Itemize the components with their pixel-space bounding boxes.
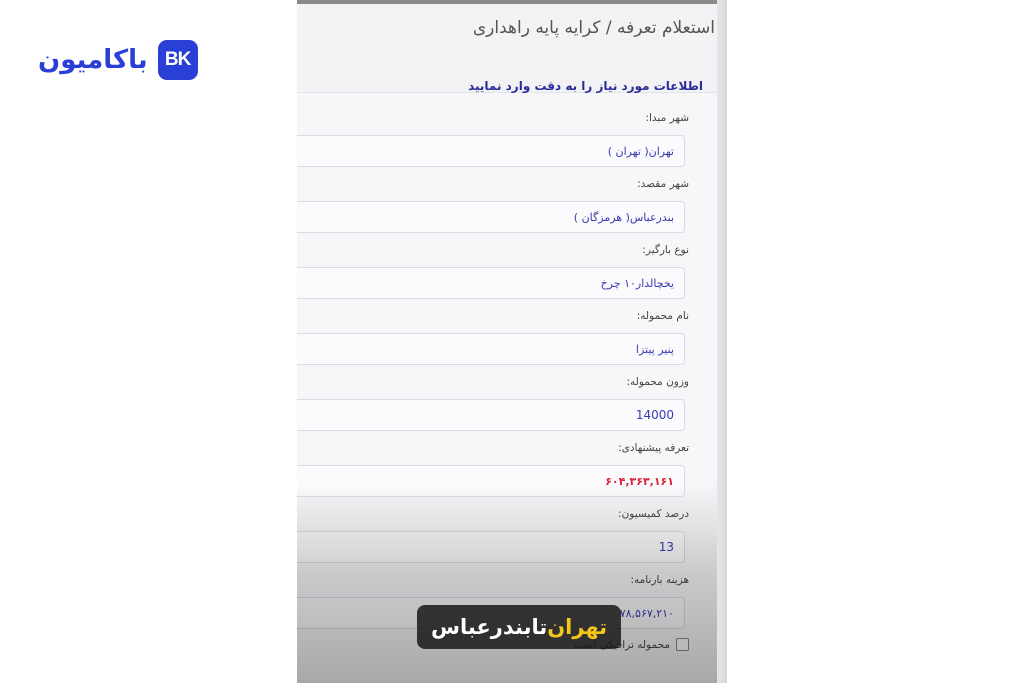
brand-logo[interactable]: باکامیون BK <box>38 40 198 80</box>
vehicle-type-select[interactable]: یخچالدار۱۰ چرخ <box>297 267 685 299</box>
section-heading: اطلاعات مورد نیاز را به دقت وارد نمایید <box>468 79 703 93</box>
commission-percent-field[interactable]: 13 <box>297 531 685 563</box>
origin-city-label: شهر مبدا: <box>645 112 689 124</box>
app-screenshot: استعلام تعرفه / کرایه پایه راهداری اطلاع… <box>297 0 727 683</box>
route-caption: تهران تابندرعباس <box>417 605 622 649</box>
cargo-name-label: نام محموله: <box>636 310 689 322</box>
page-title: استعلام تعرفه / کرایه پایه راهداری <box>472 18 715 38</box>
page: باکامیون BK استعلام تعرفه / کرایه پایه ر… <box>0 0 1024 683</box>
destination-city-label: شهر مقصد: <box>637 178 689 190</box>
status-strip <box>297 0 727 4</box>
traffic-cargo-checkbox[interactable] <box>676 638 689 651</box>
caption-origin: تهران <box>547 615 608 639</box>
brand-name: باکامیون <box>38 45 148 75</box>
caption-destination: تابندرعباس <box>431 615 548 639</box>
frame-edge <box>717 0 727 683</box>
waybill-cost-label: هزینه بارنامه: <box>630 574 690 586</box>
commission-percent-label: درصد کمیسیون: <box>618 508 689 520</box>
suggested-tariff-label: تعرفه پیشنهادی: <box>618 442 689 454</box>
cargo-weight-field[interactable]: 14000 <box>297 399 685 431</box>
origin-city-select[interactable]: تهران( تهران ) <box>297 135 685 167</box>
suggested-tariff-field: ۶۰۴,۳۶۳,۱۶۱ <box>297 465 685 497</box>
destination-city-select[interactable]: بندرعباس( هرمزگان ) <box>297 201 685 233</box>
vehicle-type-label: نوع بارگیر: <box>642 244 689 256</box>
cargo-weight-label: وزون محموله: <box>626 376 689 388</box>
brand-mark-icon: BK <box>157 40 198 80</box>
cargo-name-field[interactable]: پنیر پیتزا <box>297 333 685 365</box>
